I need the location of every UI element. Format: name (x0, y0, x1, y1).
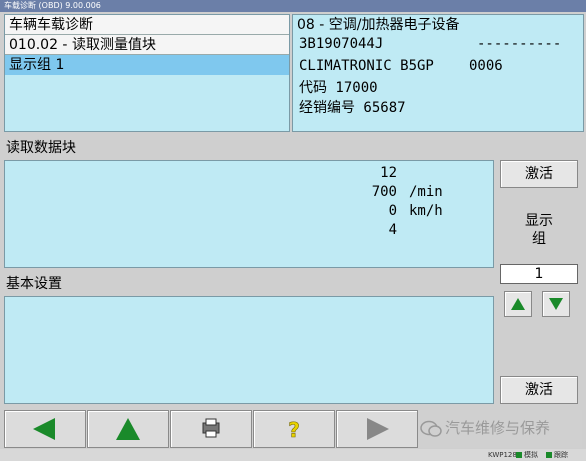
part-number: 3B1907044J (299, 36, 384, 52)
status-simulate: 模拟 (524, 451, 538, 459)
window-title: 车载诊断 (OBD) 9.00.006 (0, 0, 586, 12)
arrow-left-icon (33, 418, 55, 440)
part-number-dashes: ---------- (477, 36, 562, 52)
data-block-panel: 12 700 /min 0 km/h 4 (4, 160, 494, 268)
coding: 代码 17000 (299, 80, 378, 96)
dealer-number: 经销编号 65687 (299, 100, 406, 116)
triangle-up-icon (511, 298, 525, 310)
function-panel: 车辆车载诊断 010.02 - 读取测量值块 显示组 1 (4, 14, 290, 132)
status-led-icon (516, 452, 522, 458)
function-title: 010.02 - 读取测量值块 (5, 35, 289, 55)
data-unit-3: km/h (409, 203, 443, 219)
back-button[interactable] (4, 410, 86, 448)
vehicle-diagnosis-title: 车辆车载诊断 (5, 15, 289, 35)
group-number-input[interactable]: 1 (500, 264, 578, 284)
data-value-1: 12 (380, 165, 397, 181)
svg-text:?: ? (288, 418, 300, 442)
help-button[interactable]: ? (253, 410, 335, 448)
data-unit-2: /min (409, 184, 443, 200)
bottom-toolbar: ? 汽车维修与保养 (4, 410, 582, 448)
display-group-item[interactable]: 显示组 1 (5, 55, 289, 75)
component-name: CLIMATRONIC B5GP (299, 58, 434, 74)
group-down-button[interactable] (542, 291, 570, 317)
forward-button[interactable] (336, 410, 418, 448)
activate-button-top[interactable]: 激活 (500, 160, 578, 188)
data-block-label: 读取数据块 (6, 140, 76, 156)
printer-icon (202, 418, 220, 438)
group-up-button[interactable] (504, 291, 532, 317)
data-value-2: 700 (371, 184, 397, 200)
triangle-down-icon (549, 298, 563, 310)
activate-button-bottom[interactable]: 激活 (500, 376, 578, 404)
data-value-3: 0 (388, 203, 397, 219)
wechat-icon (419, 419, 443, 439)
component-code: 0006 (469, 58, 503, 74)
up-button[interactable] (87, 410, 169, 448)
display-group-text: 显示组 (525, 213, 553, 247)
controller-info-panel: 08 - 空调/加热器电子设备 3B1907044J ---------- CL… (292, 14, 584, 132)
status-trace: 跟踪 (554, 451, 568, 459)
watermark-text: 汽车维修与保养 (445, 419, 551, 437)
data-value-4: 4 (388, 222, 397, 238)
display-group-label: 显示组 (500, 212, 578, 252)
system-name: 08 - 空调/加热器电子设备 (293, 15, 583, 35)
arrow-up-icon (116, 418, 140, 440)
status-bar: KWP1281 模拟 跟踪 (0, 449, 586, 461)
toolbar-empty: 汽车维修与保养 (419, 410, 582, 448)
print-button[interactable] (170, 410, 252, 448)
status-led-icon-2 (546, 452, 552, 458)
basic-settings-label: 基本设置 (6, 276, 62, 292)
basic-settings-panel (4, 296, 494, 404)
help-question-icon: ? (288, 418, 300, 443)
arrow-right-icon (367, 418, 389, 440)
